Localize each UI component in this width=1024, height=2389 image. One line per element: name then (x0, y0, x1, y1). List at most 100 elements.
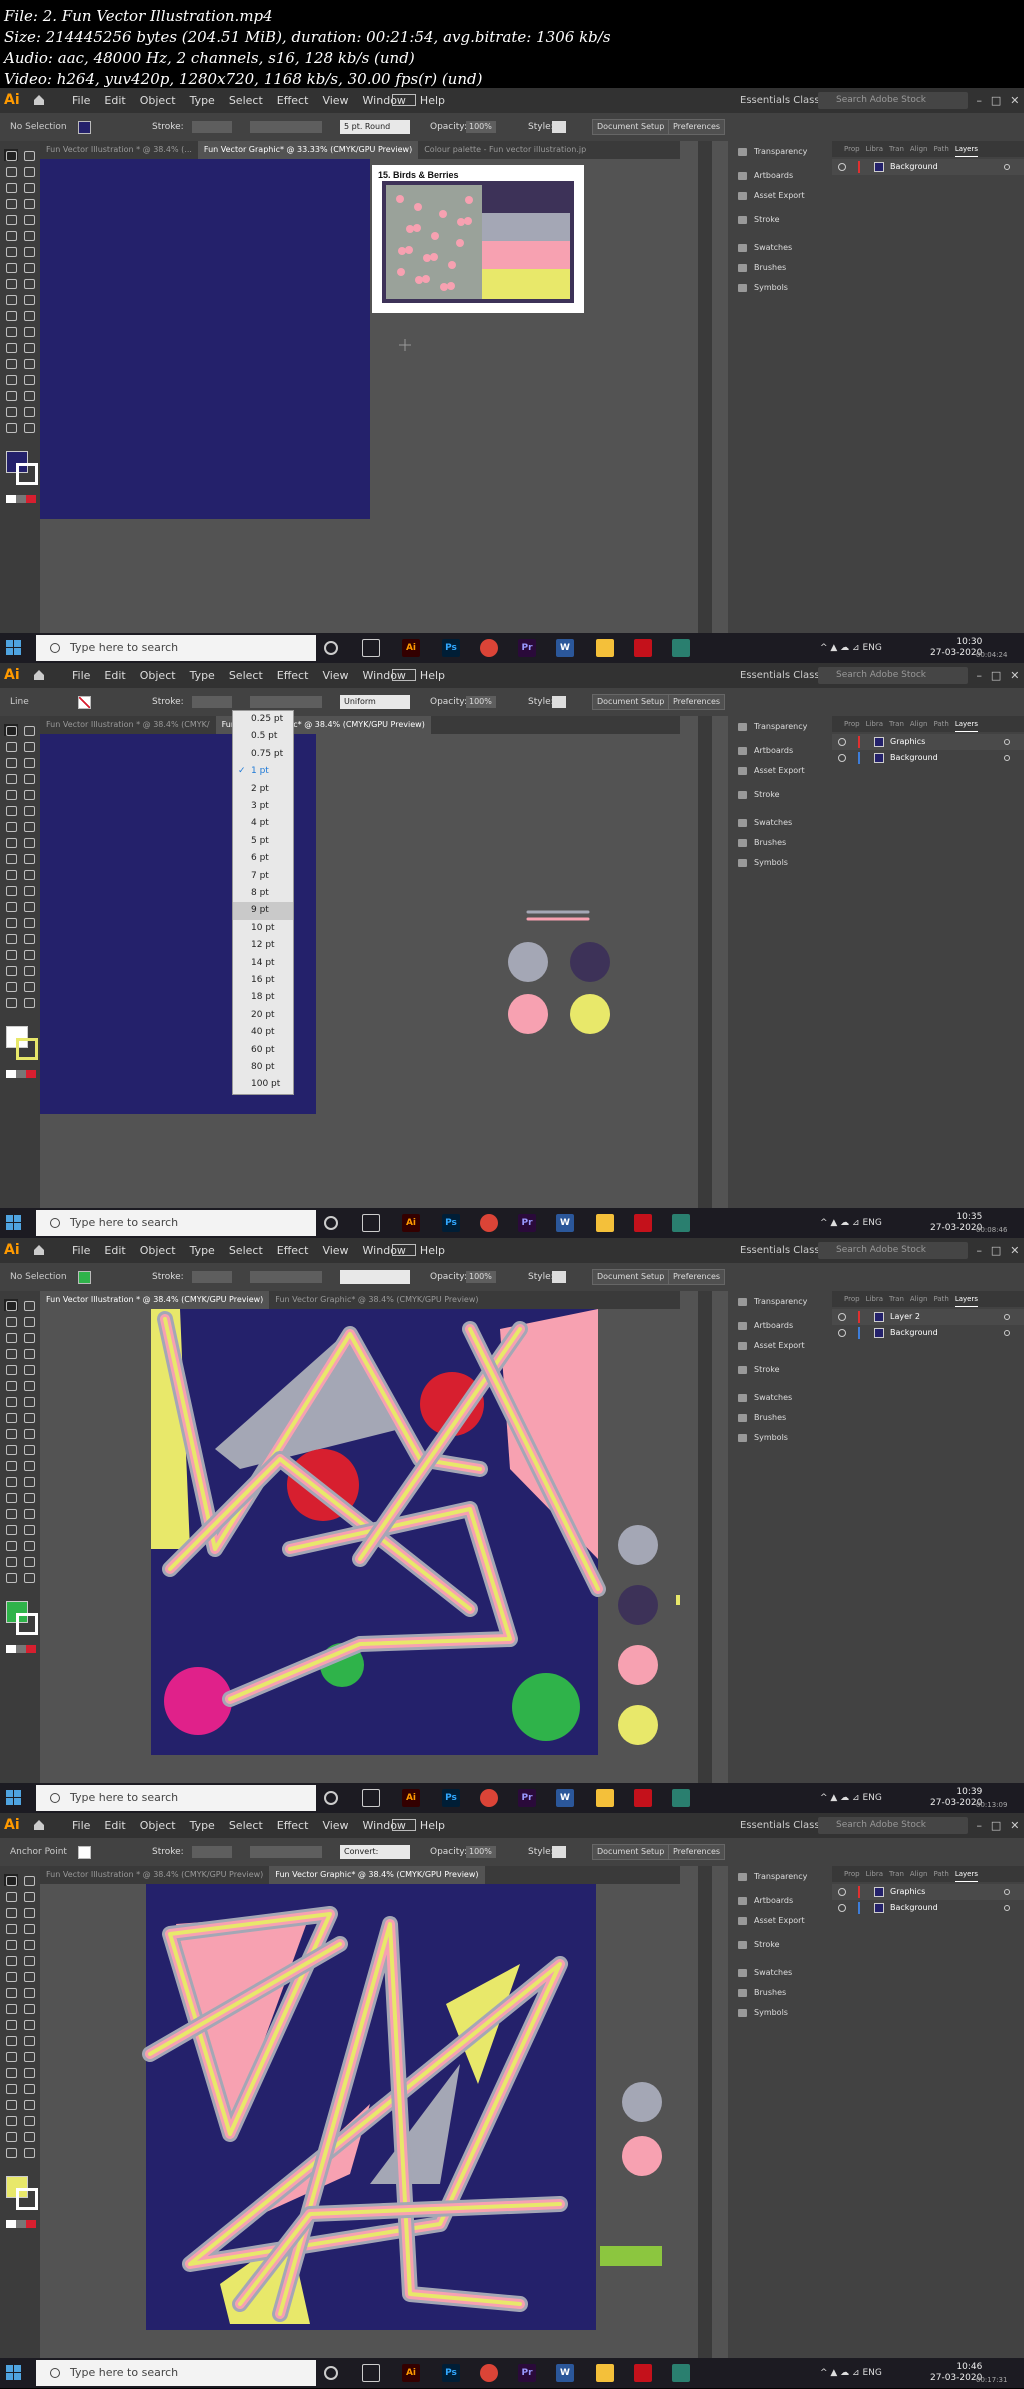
variable-width-profile[interactable] (250, 696, 322, 708)
tool-icon[interactable] (4, 2146, 18, 2158)
panel-scrollbar[interactable] (698, 141, 712, 663)
target-icon[interactable] (1004, 1889, 1010, 1895)
app-taskbar-icon[interactable] (634, 2364, 652, 2382)
panel-transparency[interactable]: Transparency (738, 1870, 807, 1884)
chrome-taskbar-icon[interactable] (480, 2364, 498, 2382)
tool-icon[interactable] (4, 1970, 18, 1982)
berry[interactable] (431, 232, 439, 240)
panel-tab-layers[interactable]: Layers (954, 1291, 979, 1307)
preferences-button[interactable]: Preferences (668, 1844, 726, 1860)
panel-tab-align[interactable]: Align (910, 1866, 928, 1882)
tool-icon[interactable] (22, 1571, 36, 1583)
tool-icon[interactable] (4, 852, 18, 864)
clock[interactable]: 10:30 27-03-2020 (930, 637, 982, 659)
tool-icon[interactable] (22, 868, 36, 880)
tool-icon[interactable] (22, 916, 36, 928)
panel-tab-prop[interactable]: Prop (844, 141, 860, 157)
artwork-svg[interactable] (40, 1884, 680, 2374)
menu-object[interactable]: Object (140, 1238, 176, 1263)
tool-icon[interactable] (22, 2098, 36, 2110)
tool-icon[interactable] (4, 1555, 18, 1567)
menu-file[interactable]: File (72, 1813, 90, 1838)
tool-icon[interactable] (22, 820, 36, 832)
fill-swatch[interactable] (78, 1271, 91, 1284)
panel-swatches[interactable]: Swatches (738, 1966, 792, 1980)
tool-icon[interactable] (22, 1906, 36, 1918)
berry[interactable] (406, 225, 414, 233)
clock[interactable]: 10:35 27-03-2020 (930, 1212, 982, 1234)
palette-gray[interactable] (482, 213, 570, 241)
clock[interactable]: 10:46 27-03-2020 (930, 2362, 982, 2384)
tool-icon[interactable] (4, 389, 18, 401)
brush-definition[interactable] (340, 1270, 410, 1284)
menu-view[interactable]: View (322, 663, 348, 688)
panel-artboards[interactable]: Artboards (738, 1319, 793, 1333)
green-swatch-rect[interactable] (600, 2246, 662, 2266)
color-circle[interactable] (618, 1645, 658, 1685)
tool-icon[interactable] (4, 2066, 18, 2078)
tool-icon[interactable] (4, 2018, 18, 2030)
minimize-button[interactable]: – (976, 1813, 982, 1838)
document-tab[interactable]: Fun Vector Graphic* @ 38.4% (CMYK/GPU Pr… (269, 1291, 484, 1309)
tool-icon[interactable] (22, 1922, 36, 1934)
panel-symbols[interactable]: Symbols (738, 1431, 788, 1445)
panel-stroke[interactable]: Stroke (738, 788, 780, 802)
tool-icon[interactable] (4, 245, 18, 257)
stroke-color-swatch[interactable] (16, 463, 38, 485)
tool-icon[interactable] (22, 1395, 36, 1407)
panel-tab-align[interactable]: Align (910, 716, 928, 732)
panel-brushes[interactable]: Brushes (738, 1411, 786, 1425)
arrange-documents-icon[interactable] (392, 94, 416, 106)
tool-icon[interactable] (4, 1938, 18, 1950)
menu-effect[interactable]: Effect (277, 1813, 309, 1838)
windows-start-icon[interactable] (6, 640, 22, 656)
panel-brushes[interactable]: Brushes (738, 1986, 786, 2000)
cortana-icon[interactable] (324, 2366, 338, 2380)
layer-name[interactable]: Background (890, 159, 938, 175)
cortana-icon[interactable] (324, 1791, 338, 1805)
app-taskbar-icon-2[interactable] (672, 1789, 690, 1807)
fill-swatch[interactable] (78, 121, 91, 134)
chrome-taskbar-icon[interactable] (480, 1789, 498, 1807)
panel-tab-libra[interactable]: Libra (866, 141, 883, 157)
target-icon[interactable] (1004, 739, 1010, 745)
tool-icon[interactable] (22, 2114, 36, 2126)
tool-icon[interactable] (22, 1379, 36, 1391)
stroke-weight-option[interactable]: 0.75 pt (233, 746, 293, 764)
tool-icon[interactable] (4, 149, 18, 161)
stock-search-input[interactable]: Search Adobe Stock (818, 667, 968, 684)
tool-icon[interactable] (4, 309, 18, 321)
stroke-weight-field[interactable] (192, 1271, 232, 1283)
layer-row[interactable]: Background (832, 159, 1024, 175)
stroke-weight-option[interactable]: 80 pt (233, 1059, 293, 1077)
illustrator-taskbar-icon[interactable]: Ai (402, 639, 420, 657)
workspace-switcher[interactable]: Essentials Classic (740, 1813, 828, 1838)
menu-help[interactable]: Help (420, 1238, 445, 1263)
tool-icon[interactable] (22, 325, 36, 337)
chrome-taskbar-icon[interactable] (480, 1214, 498, 1232)
tool-icon[interactable] (22, 293, 36, 305)
color-circle[interactable] (570, 942, 610, 982)
palette-dark[interactable] (482, 185, 570, 213)
stroke-weight-option[interactable]: 9 pt (233, 902, 293, 920)
berry[interactable] (465, 196, 473, 204)
tool-icon[interactable] (22, 245, 36, 257)
app-taskbar-icon-2[interactable] (672, 639, 690, 657)
panel-swatches[interactable]: Swatches (738, 241, 792, 255)
stroke-weight-field[interactable] (192, 696, 232, 708)
stroke-color-swatch[interactable] (16, 2188, 38, 2210)
photoshop-taskbar-icon[interactable]: Ps (442, 1214, 460, 1232)
berry[interactable] (464, 217, 472, 225)
panel-scrollbar[interactable] (698, 1866, 712, 2388)
panel-scrollbar[interactable] (698, 716, 712, 1238)
stroke-weight-option[interactable]: 18 pt (233, 989, 293, 1007)
tool-icon[interactable] (22, 389, 36, 401)
app-taskbar-icon[interactable] (634, 1789, 652, 1807)
panel-symbols[interactable]: Symbols (738, 2006, 788, 2020)
panel-swatches[interactable]: Swatches (738, 1391, 792, 1405)
tool-icon[interactable] (4, 1890, 18, 1902)
color-mode-icons[interactable] (6, 495, 36, 503)
tool-icon[interactable] (22, 405, 36, 417)
minimize-button[interactable]: – (976, 88, 982, 113)
tool-icon[interactable] (4, 1379, 18, 1391)
